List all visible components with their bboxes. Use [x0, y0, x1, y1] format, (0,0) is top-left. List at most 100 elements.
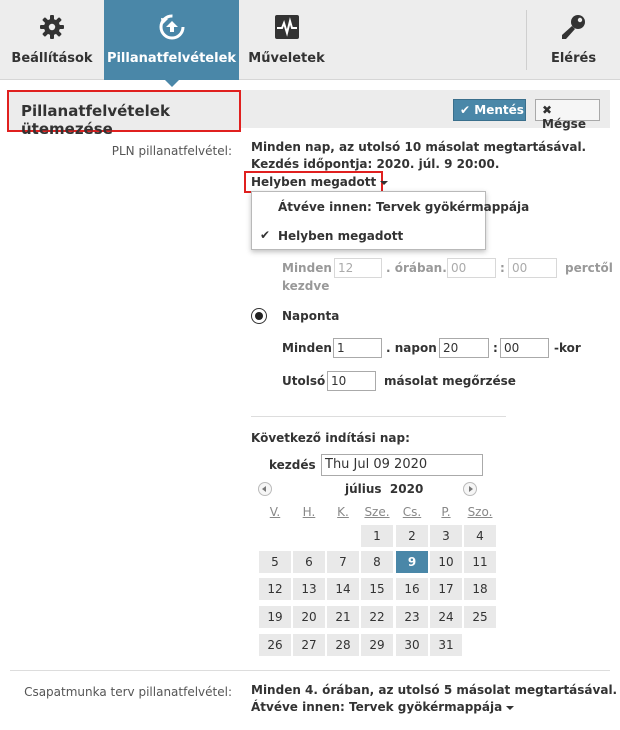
daily-kor-label: -kor: [554, 341, 581, 355]
calendar-weekday: K.: [337, 505, 349, 519]
dropdown-option-inherited[interactable]: Átvéve innen: Tervek gyökérmappája: [252, 194, 529, 220]
daily-day-suffix: . napon: [386, 341, 437, 355]
calendar-day[interactable]: 3: [430, 525, 462, 547]
calendar-day[interactable]: 25: [464, 606, 496, 628]
key-icon: [560, 13, 588, 41]
calendar-day[interactable]: 11: [464, 551, 496, 573]
calendar-day[interactable]: 12: [259, 578, 291, 600]
next-run-label: Következő indítási nap:: [251, 431, 410, 445]
calendar-day[interactable]: 17: [430, 578, 462, 600]
calendar-day-selected[interactable]: 9: [396, 551, 428, 573]
calendar-day[interactable]: 22: [361, 606, 393, 628]
calendar-day[interactable]: 10: [430, 551, 462, 573]
keep-suffix: másolat megőrzése: [384, 374, 516, 388]
calendar-day[interactable]: 2: [396, 525, 428, 547]
snapshot-restore-icon: [158, 13, 186, 41]
calendar-weekday: Szo.: [467, 505, 493, 519]
page-title: Pillanatfelvételek ütemezése: [7, 90, 241, 138]
cancel-button-label: Mégse: [542, 117, 586, 131]
check-icon: ✔: [260, 228, 271, 242]
calendar-day[interactable]: 20: [293, 606, 325, 628]
calendar-day[interactable]: 23: [396, 606, 428, 628]
calendar-weekday: Cs.: [402, 505, 422, 519]
calendar-day[interactable]: 5: [259, 551, 291, 573]
tab-snapshots[interactable]: Pillanatfelvételek: [104, 0, 239, 87]
daily-hour-input[interactable]: 20: [439, 338, 489, 358]
daily-day-input[interactable]: 1: [333, 338, 382, 358]
calendar-weekday: P.: [441, 505, 451, 519]
hourly-minute-input-1[interactable]: 00: [447, 258, 496, 278]
daily-every-label: Minden: [282, 341, 332, 355]
hourly-from-label: perctől: [565, 261, 613, 275]
chevron-down-icon: [380, 180, 389, 185]
chevron-down-icon: [506, 705, 515, 710]
calendar-weekday: V.: [269, 505, 281, 519]
pln-snapshot-label: PLN pillanatfelvétel:: [111, 144, 232, 158]
gear-icon: [38, 13, 66, 41]
tab-settings-label: Beállítások: [11, 51, 93, 66]
team-source-dropdown[interactable]: Átvéve innen: Tervek gyökérmappája: [251, 700, 515, 714]
start-date-label: kezdés: [269, 458, 316, 472]
calendar-day[interactable]: 27: [293, 634, 325, 656]
calendar-day[interactable]: 26: [259, 634, 291, 656]
calendar-day[interactable]: 7: [327, 551, 359, 573]
calendar-day[interactable]: 31: [430, 634, 462, 656]
keep-label: Utolsó: [282, 374, 326, 388]
calendar-day[interactable]: 1: [361, 525, 393, 547]
tab-settings[interactable]: Beállítások: [0, 0, 104, 80]
team-source-value: Átvéve innen: Tervek gyökérmappája: [251, 700, 503, 714]
save-button[interactable]: ✔ Mentés: [453, 99, 526, 121]
source-dropdown-menu: Átvéve innen: Tervek gyökérmappája ✔ Hel…: [251, 191, 529, 250]
dropdown-option-local[interactable]: ✔ Helyben megadott: [252, 223, 485, 249]
daily-minute-input[interactable]: 00: [500, 338, 549, 358]
calendar-day[interactable]: 4: [464, 525, 496, 547]
dropdown-option-label: Helyben megadott: [278, 229, 404, 243]
calendar-weekday: Sze.: [364, 505, 390, 519]
calendar-prev-icon[interactable]: [258, 482, 272, 496]
calendar-day[interactable]: 13: [293, 578, 325, 600]
save-button-label: Mentés: [474, 103, 524, 117]
hourly-minute-input-2[interactable]: 00: [508, 258, 557, 278]
tab-bar: Beállítások Pillanatfelvételek Műveletek: [0, 0, 620, 87]
daily-radio[interactable]: [251, 308, 267, 324]
hourly-hour-input[interactable]: 12: [334, 258, 382, 278]
tab-activity-label: Műveletek: [248, 51, 325, 66]
tab-activity[interactable]: Műveletek: [239, 0, 334, 80]
hourly-start-label: kezdve: [282, 279, 330, 293]
calendar-day[interactable]: 29: [361, 634, 393, 656]
calendar-weekday: H.: [302, 505, 316, 519]
divider: [251, 416, 506, 417]
source-dropdown[interactable]: Helyben megadott: [251, 175, 389, 189]
calendar-day[interactable]: 18: [464, 578, 496, 600]
calendar-day[interactable]: 30: [396, 634, 428, 656]
daily-colon: :: [493, 341, 498, 355]
calendar-day[interactable]: 15: [361, 578, 393, 600]
pln-summary-line2: Kezdés időpontja: 2020. júl. 9 20:00.: [251, 157, 500, 171]
calendar-day[interactable]: 19: [259, 606, 291, 628]
calendar-day[interactable]: 14: [327, 578, 359, 600]
calendar-day[interactable]: 28: [327, 634, 359, 656]
source-dropdown-value: Helyben megadott: [251, 175, 377, 189]
team-snapshot-label: Csapatmunka terv pillanatfelvétel:: [24, 685, 232, 699]
team-summary: Minden 4. órában, az utolsó 5 másolat me…: [251, 683, 618, 697]
calendar-day[interactable]: 16: [396, 578, 428, 600]
calendar-day[interactable]: 6: [293, 551, 325, 573]
calendar-month-label: július 2020: [345, 482, 424, 496]
divider: [10, 670, 610, 671]
hourly-every-label: Minden: [282, 261, 332, 275]
tab-access[interactable]: Elérés: [527, 0, 620, 80]
start-date-input[interactable]: Thu Jul 09 2020: [321, 454, 483, 476]
calendar-day[interactable]: 21: [327, 606, 359, 628]
calendar-day[interactable]: 8: [361, 551, 393, 573]
cancel-button[interactable]: ✖ Mégse: [535, 99, 600, 131]
close-icon: ✖: [542, 103, 553, 117]
calendar-next-icon[interactable]: [463, 482, 477, 496]
tab-snapshots-label: Pillanatfelvételek: [106, 51, 237, 66]
pln-summary-line1: Minden nap, az utolsó 10 másolat megtart…: [251, 140, 587, 154]
tab-access-label: Elérés: [550, 51, 597, 66]
hourly-hour-suffix: . órában.: [386, 261, 447, 275]
dropdown-option-label: Átvéve innen: Tervek gyökérmappája: [278, 200, 530, 214]
hourly-colon: :: [500, 261, 505, 275]
calendar-day[interactable]: 24: [430, 606, 462, 628]
keep-count-input[interactable]: 10: [327, 371, 376, 391]
